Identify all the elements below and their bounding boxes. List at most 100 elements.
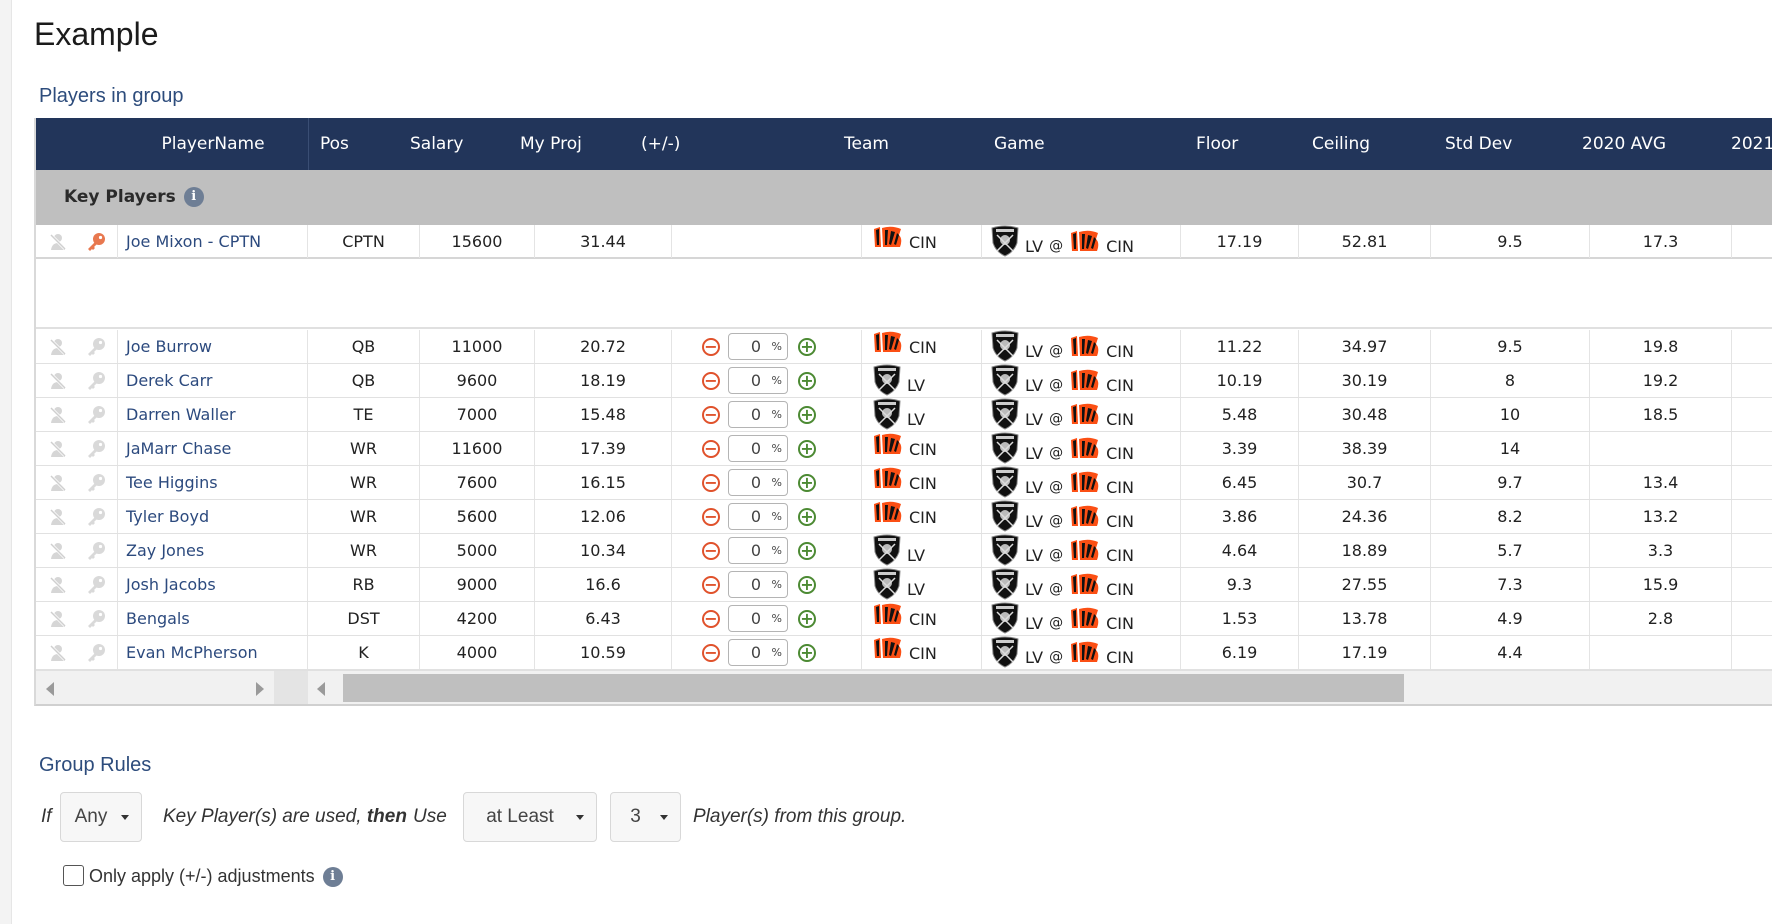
player-name-link[interactable]: Evan McPherson (118, 636, 308, 669)
decrease-button[interactable]: − (702, 440, 720, 458)
game-cell: LV @ CIN (982, 466, 1181, 499)
adjustment-input[interactable]: 0% (728, 401, 788, 428)
increase-button[interactable]: + (798, 474, 816, 492)
table-row[interactable]: JaMarr Chase WR 11600 17.39−0% + CIN LV @ CIN 3.3… (36, 432, 1772, 466)
increase-button[interactable]: + (798, 338, 816, 356)
col-header-game[interactable]: Game (994, 118, 1074, 170)
col-header-myproj[interactable]: My Proj (520, 118, 610, 170)
col-header-2021[interactable]: 2021 (1731, 118, 1772, 170)
increase-button[interactable]: + (798, 644, 816, 662)
increase-button[interactable]: + (798, 440, 816, 458)
key-icon[interactable] (86, 507, 106, 527)
key-count-select[interactable]: Any (60, 792, 142, 842)
col-header-pos[interactable]: Pos (320, 118, 380, 170)
key-icon[interactable] (86, 405, 106, 425)
adjustment-input[interactable]: 0% (728, 571, 788, 598)
adjustment-input[interactable]: 0% (728, 367, 788, 394)
adjustment-input[interactable]: 0% (728, 639, 788, 666)
player-name-link[interactable]: Bengals (118, 602, 308, 635)
col-header-stddev[interactable]: Std Dev (1445, 118, 1535, 170)
table-row[interactable]: Darren Waller TE 7000 15.48−0% + LV LV @ CIN 5.48… (36, 398, 1772, 432)
key-icon[interactable] (86, 541, 106, 561)
player-name-link[interactable]: Joe Mixon - CPTN (118, 225, 308, 258)
scroll-left-arrow[interactable] (317, 682, 325, 696)
exclude-player-icon[interactable] (48, 507, 68, 527)
player-name-link[interactable]: Derek Carr (118, 364, 308, 397)
decrease-button[interactable]: − (702, 644, 720, 662)
key-icon[interactable] (86, 337, 106, 357)
increase-button[interactable]: + (798, 406, 816, 424)
frozen-scroll-track[interactable] (36, 671, 274, 704)
player-name-link[interactable]: Tyler Boyd (118, 500, 308, 533)
key-icon[interactable] (86, 439, 106, 459)
scroll-left-arrow-frozen[interactable] (46, 682, 54, 696)
table-row[interactable]: Derek Carr QB 9600 18.19−0% + LV LV @ CIN 10.19 30… (36, 364, 1772, 398)
adjustment-input[interactable]: 0% (728, 605, 788, 632)
info-icon[interactable]: i (183, 187, 204, 207)
player-name-link[interactable]: Zay Jones (118, 534, 308, 567)
player-count-select[interactable]: 3 (610, 792, 681, 842)
decrease-button[interactable]: − (702, 610, 720, 628)
decrease-button[interactable]: − (702, 338, 720, 356)
info-icon[interactable]: i (322, 867, 343, 888)
key-icon[interactable] (86, 473, 106, 493)
decrease-button[interactable]: − (702, 406, 720, 424)
adjustment-input[interactable]: 0% (728, 469, 788, 496)
key-icon[interactable] (86, 371, 106, 391)
player-name-link[interactable]: Tee Higgins (118, 466, 308, 499)
table-row[interactable]: Josh Jacobs RB 9000 16.6−0% + LV LV @ CIN 9.3 27.5… (36, 568, 1772, 602)
key-icon[interactable] (86, 232, 106, 252)
comparator-select[interactable]: at Least (463, 792, 597, 842)
col-header-2020avg[interactable]: 2020 AVG (1582, 118, 1682, 170)
table-row[interactable]: Joe Burrow QB 11000 20.72−0% + CIN LV @ CIN 11.22… (36, 330, 1772, 364)
adjustment-input[interactable]: 0% (728, 537, 788, 564)
increase-button[interactable]: + (798, 372, 816, 390)
col-header-adjustment[interactable]: (+/-) (641, 118, 731, 170)
increase-button[interactable]: + (798, 576, 816, 594)
col-header-team[interactable]: Team (844, 118, 924, 170)
decrease-button[interactable]: − (702, 474, 720, 492)
table-row[interactable]: Tee Higgins WR 7600 16.15−0% + CIN LV @ CIN 6.45 3… (36, 466, 1772, 500)
table-row[interactable]: Tyler Boyd WR 5600 12.06−0% + CIN LV @ CIN 3.86 24… (36, 500, 1772, 534)
decrease-button[interactable]: − (702, 576, 720, 594)
adjustment-input[interactable]: 0% (728, 435, 788, 462)
col-header-ceiling[interactable]: Ceiling (1312, 118, 1392, 170)
increase-button[interactable]: + (798, 610, 816, 628)
decrease-button[interactable]: − (702, 542, 720, 560)
exclude-player-icon[interactable] (48, 405, 68, 425)
table-row[interactable]: Bengals DST 4200 6.43−0% + CIN LV @ CIN 1.53 13.78… (36, 602, 1772, 636)
scroll-right-arrow-frozen[interactable] (256, 682, 264, 696)
horizontal-scrollbar[interactable] (36, 670, 1772, 704)
player-name-link[interactable]: Josh Jacobs (118, 568, 308, 601)
col-header-salary[interactable]: Salary (410, 118, 500, 170)
key-icon[interactable] (86, 609, 106, 629)
exclude-player-icon[interactable] (48, 439, 68, 459)
adjustment-input[interactable]: 0% (728, 333, 788, 360)
decrease-button[interactable]: − (702, 508, 720, 526)
key-icon[interactable] (86, 575, 106, 595)
exclude-player-icon[interactable] (48, 643, 68, 663)
table-row[interactable]: Evan McPherson K 4000 10.59−0% + CIN LV @ CIN 6.1… (36, 636, 1772, 670)
scroll-thumb[interactable] (343, 674, 1404, 702)
exclude-player-icon[interactable] (48, 541, 68, 561)
exclude-player-icon[interactable] (48, 232, 68, 252)
key-icon[interactable] (86, 643, 106, 663)
exclude-player-icon[interactable] (48, 337, 68, 357)
player-name-link[interactable]: Darren Waller (118, 398, 308, 431)
decrease-button[interactable]: − (702, 372, 720, 390)
col-header-playername[interactable]: PlayerName (118, 118, 308, 170)
exclude-player-icon[interactable] (48, 575, 68, 595)
player-name-link[interactable]: Joe Burrow (118, 330, 308, 363)
player-name-link[interactable]: JaMarr Chase (118, 432, 308, 465)
exclude-player-icon[interactable] (48, 609, 68, 629)
only-adjust-checkbox[interactable] (63, 865, 84, 886)
increase-button[interactable]: + (798, 542, 816, 560)
exclude-player-icon[interactable] (48, 371, 68, 391)
increase-button[interactable]: + (798, 508, 816, 526)
only-adjust-label[interactable]: Only apply (+/-) adjustments i (89, 862, 343, 890)
table-row[interactable]: Joe Mixon - CPTN CPTN 15600 31.44 CIN LV @ CIN 1… (36, 225, 1772, 259)
table-row[interactable]: Zay Jones WR 5000 10.34−0% + LV LV @ CIN 4.64 18.8… (36, 534, 1772, 568)
exclude-player-icon[interactable] (48, 473, 68, 493)
col-header-floor[interactable]: Floor (1196, 118, 1276, 170)
adjustment-input[interactable]: 0% (728, 503, 788, 530)
